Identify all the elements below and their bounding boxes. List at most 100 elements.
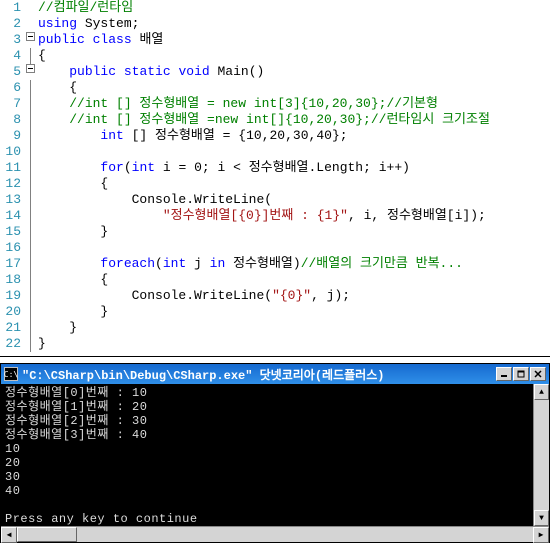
code-line[interactable]: 16 [0, 240, 550, 256]
scrollbar-thumb[interactable] [17, 527, 77, 542]
scrollbar-track[interactable] [534, 400, 549, 510]
token: i = [155, 160, 194, 175]
fold-gutter [22, 112, 38, 128]
code-content[interactable]: } [38, 336, 550, 352]
token: ( [155, 256, 163, 271]
code-editor[interactable]: 1//컴파일/런타임2using System;3public class 배열… [0, 0, 550, 357]
code-content[interactable]: public static void Main() [38, 64, 550, 80]
token [77, 16, 85, 31]
code-content[interactable]: using System; [38, 16, 550, 32]
fold-guide-line [30, 160, 31, 176]
titlebar[interactable]: C:\ "C:\CSharp\bin\Debug\CSharp.exe" 닷넷코… [1, 364, 549, 384]
line-number: 14 [0, 208, 22, 224]
token: //배열의 크기만큼 반복... [301, 256, 463, 271]
fold-guide-line [30, 304, 31, 320]
code-line[interactable]: 15 } [0, 224, 550, 240]
scroll-left-button[interactable]: ◀ [1, 527, 17, 543]
token: } [38, 224, 108, 239]
fold-guide-line [30, 96, 31, 112]
code-line[interactable]: 17 foreach(int j in 정수형배열)//배열의 크기만큼 반복.… [0, 256, 550, 272]
code-content[interactable]: //컴파일/런타임 [38, 0, 550, 16]
code-line[interactable]: 6 { [0, 80, 550, 96]
code-line[interactable]: 12 { [0, 176, 550, 192]
fold-gutter [22, 80, 38, 96]
code-line[interactable]: 1//컴파일/런타임 [0, 0, 550, 16]
fold-gutter[interactable] [22, 32, 38, 41]
token: for [100, 160, 123, 175]
code-content[interactable]: //int [] 정수형배열 =new int[]{10,20,30};//런타… [38, 112, 550, 128]
code-line[interactable]: 8 //int [] 정수형배열 =new int[]{10,20,30};//… [0, 112, 550, 128]
code-line[interactable]: 3public class 배열 [0, 32, 550, 48]
token: //int [] 정수형배열 =new int[]{10,20,30};//런타… [69, 112, 490, 127]
scrollbar-track[interactable] [77, 527, 533, 542]
code-content[interactable]: } [38, 320, 550, 336]
token: } [38, 336, 46, 351]
fold-guide-line [30, 176, 31, 192]
code-line[interactable]: 5 public static void Main() [0, 64, 550, 80]
token: ) [293, 256, 301, 271]
vertical-scrollbar[interactable]: ▲ ▼ [533, 384, 549, 526]
maximize-button[interactable] [513, 367, 529, 381]
fold-guide-line [30, 224, 31, 240]
code-content[interactable]: Console.WriteLine("{0}", j); [38, 288, 550, 304]
fold-guide-line [30, 336, 31, 352]
code-line[interactable]: 14 "정수형배열[{0}]번째 : {1}", i, 정수형배열[i]); [0, 208, 550, 224]
scroll-right-button[interactable]: ▶ [533, 527, 549, 543]
code-line[interactable]: 18 { [0, 272, 550, 288]
line-number: 11 [0, 160, 22, 176]
code-content[interactable]: "정수형배열[{0}]번째 : {1}", i, 정수형배열[i]); [38, 208, 550, 224]
fold-gutter [22, 272, 38, 288]
code-content[interactable]: { [38, 272, 550, 288]
fold-toggle-icon[interactable] [26, 64, 35, 73]
fold-gutter [22, 288, 38, 304]
fold-guide-line [30, 288, 31, 304]
token [38, 64, 69, 79]
code-content[interactable]: int [] 정수형배열 = {10,20,30,40}; [38, 128, 550, 144]
code-content[interactable]: { [38, 48, 550, 64]
token: "{0}" [272, 288, 311, 303]
token: , [262, 128, 270, 143]
fold-guide-line [30, 240, 31, 256]
code-content[interactable]: //int [] 정수형배열 = new int[3]{10,20,30};//… [38, 96, 550, 112]
line-number: 13 [0, 192, 22, 208]
code-content[interactable]: for(int i = 0; i < 정수형배열.Length; i++) [38, 160, 550, 176]
horizontal-scrollbar[interactable]: ◀ ▶ [1, 526, 549, 542]
code-line[interactable]: 9 int [] 정수형배열 = {10,20,30,40}; [0, 128, 550, 144]
code-line[interactable]: 2using System; [0, 16, 550, 32]
code-content[interactable]: { [38, 80, 550, 96]
token: Console [132, 288, 187, 303]
line-number: 7 [0, 96, 22, 112]
line-number: 8 [0, 112, 22, 128]
fold-gutter[interactable] [22, 64, 38, 73]
minimize-button[interactable] [496, 367, 512, 381]
code-content[interactable]: foreach(int j in 정수형배열)//배열의 크기만큼 반복... [38, 256, 550, 272]
fold-toggle-icon[interactable] [26, 32, 35, 41]
token: ; [132, 16, 140, 31]
token: int [163, 256, 186, 271]
code-line[interactable]: 21 } [0, 320, 550, 336]
code-content[interactable]: } [38, 304, 550, 320]
code-line[interactable]: 20 } [0, 304, 550, 320]
code-content[interactable]: public class 배열 [38, 32, 550, 48]
code-line[interactable]: 4{ [0, 48, 550, 64]
code-content[interactable]: Console.WriteLine( [38, 192, 550, 208]
token: ( [124, 160, 132, 175]
code-line[interactable]: 7 //int [] 정수형배열 = new int[3]{10,20,30};… [0, 96, 550, 112]
line-number: 21 [0, 320, 22, 336]
token: void [178, 64, 209, 79]
code-line[interactable]: 19 Console.WriteLine("{0}", j); [0, 288, 550, 304]
scroll-down-button[interactable]: ▼ [534, 510, 549, 526]
code-content[interactable]: { [38, 176, 550, 192]
console-output[interactable]: 정수형배열[0]번째 : 10정수형배열[1]번째 : 20정수형배열[2]번째… [1, 384, 549, 526]
code-line[interactable]: 10 [0, 144, 550, 160]
fold-guide-line [30, 128, 31, 144]
scroll-up-button[interactable]: ▲ [534, 384, 549, 400]
code-content[interactable]: } [38, 224, 550, 240]
code-line[interactable]: 13 Console.WriteLine( [0, 192, 550, 208]
code-line[interactable]: 11 for(int i = 0; i < 정수형배열.Length; i++) [0, 160, 550, 176]
code-line[interactable]: 22} [0, 336, 550, 352]
window-buttons [496, 367, 546, 381]
token: .Length; i++) [309, 160, 410, 175]
close-button[interactable] [530, 367, 546, 381]
line-number: 5 [0, 64, 22, 80]
